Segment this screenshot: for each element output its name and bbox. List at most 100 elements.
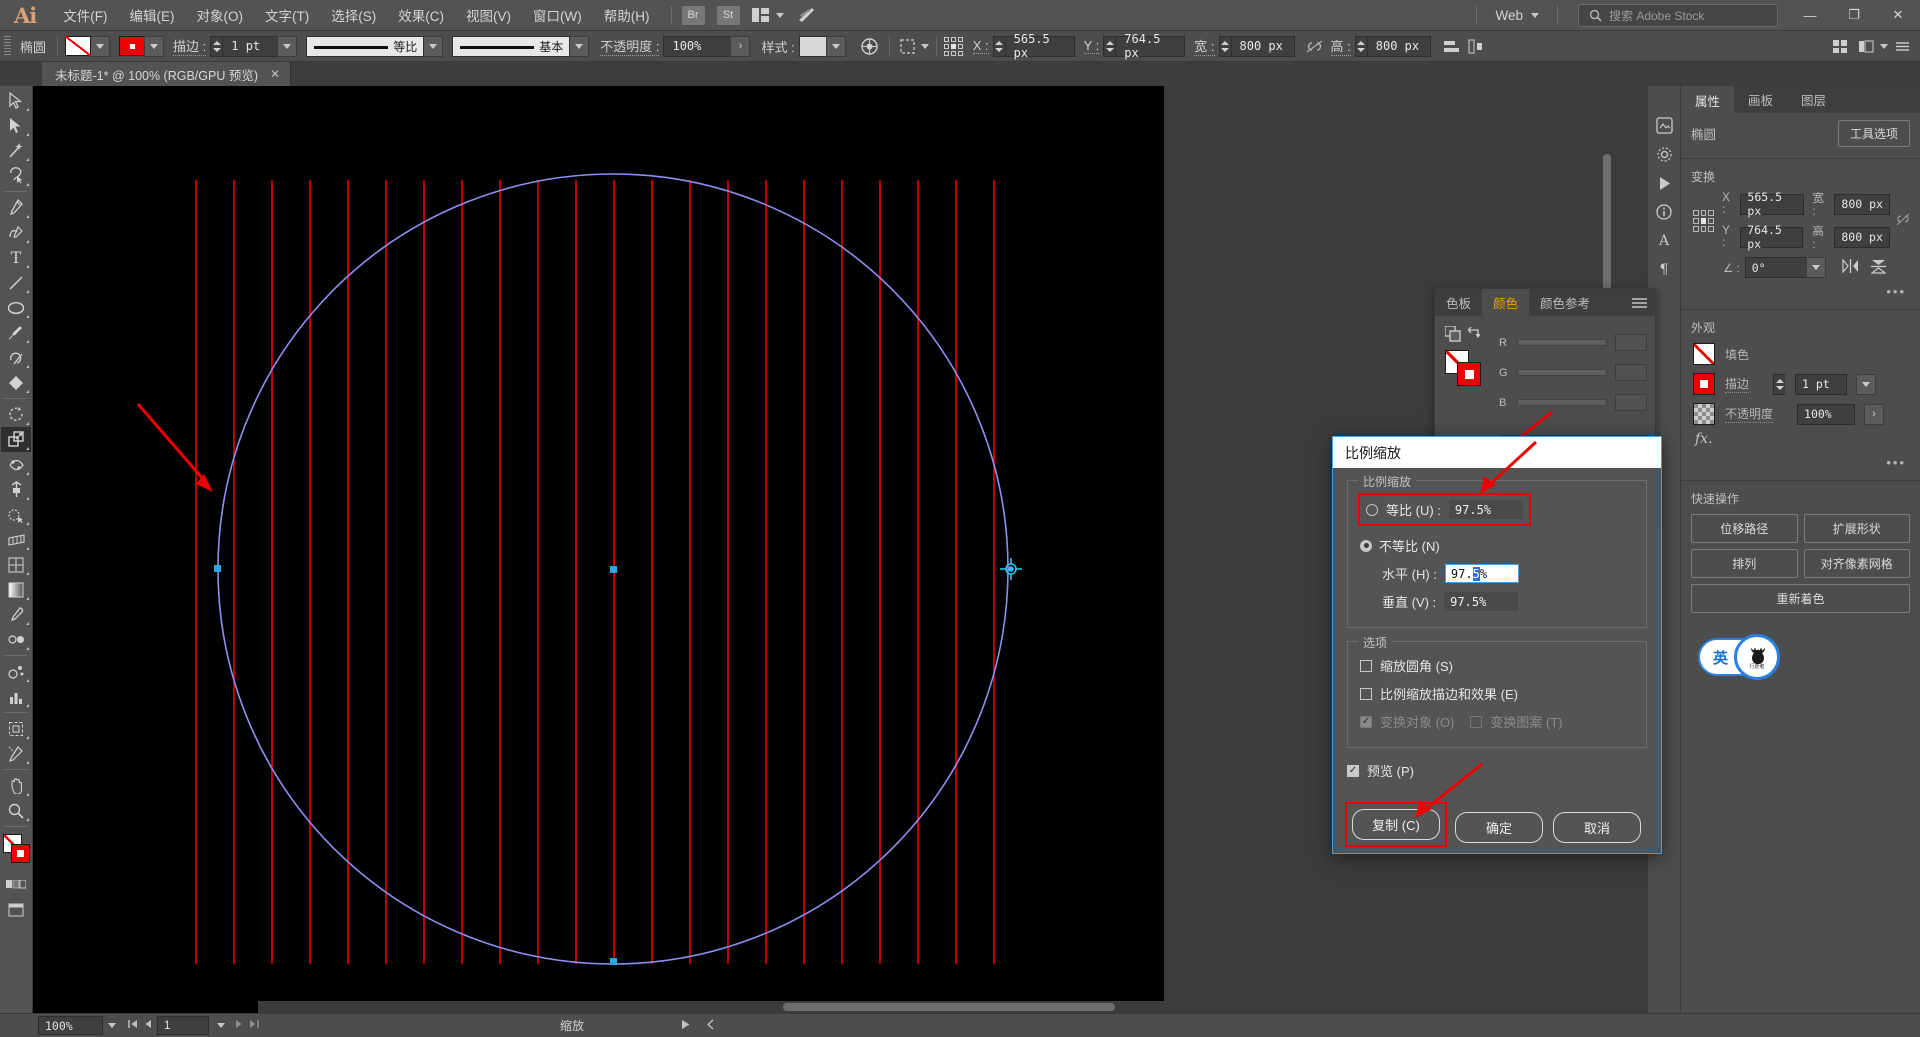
control-bar-grip[interactable] [4, 36, 11, 56]
tool-direct-selection[interactable] [1, 113, 31, 138]
fx-button[interactable]: fx. [1681, 429, 1920, 455]
stroke-weight-field[interactable]: 1 pt [1795, 374, 1847, 395]
brush-definition-dropdown[interactable] [569, 36, 589, 57]
tool-slice[interactable] [1, 741, 31, 766]
tool-hand[interactable] [1, 773, 31, 798]
width-stepper[interactable] [1219, 36, 1231, 57]
tab-artboards[interactable]: 画板 [1734, 86, 1787, 113]
select-similar-icon[interactable] [897, 35, 921, 57]
first-artboard-button[interactable] [127, 1018, 139, 1033]
tool-eyedropper[interactable] [1, 602, 31, 627]
y-field[interactable]: 764.5 px [1740, 227, 1803, 248]
swap-colors-icon[interactable] [1467, 327, 1482, 344]
stroke-weight-field[interactable]: 1 pt [222, 36, 278, 57]
tool-options-button[interactable]: 工具选项 [1838, 120, 1910, 147]
x-field[interactable]: 565.5 px [1005, 36, 1075, 57]
tool-magic-wand[interactable] [1, 138, 31, 163]
stroke-weight-dropdown[interactable] [277, 36, 297, 57]
tool-type[interactable]: T [1, 245, 31, 270]
tool-pen[interactable] [1, 195, 31, 220]
tool-lasso[interactable] [1, 163, 31, 188]
opacity-label[interactable]: 不透明度 [1725, 405, 1773, 423]
chevron-down-icon[interactable] [1880, 44, 1888, 49]
stroke-color-swatch[interactable] [11, 844, 30, 863]
channel-value-r[interactable] [1615, 334, 1647, 351]
menu-effect[interactable]: 效果(C) [387, 0, 455, 31]
channel-slider-b[interactable] [1517, 399, 1607, 406]
tool-column-graph[interactable] [1, 684, 31, 709]
tool-perspective-grid[interactable] [1, 527, 31, 552]
channel-slider-g[interactable] [1517, 369, 1607, 376]
status-collapse-icon[interactable] [705, 1018, 716, 1033]
recolor-artwork-icon[interactable] [858, 35, 882, 57]
info-icon[interactable] [1650, 199, 1678, 225]
tool-symbol-sprayer[interactable] [1, 659, 31, 684]
brush-definition-field[interactable]: 基本 [452, 36, 570, 57]
x-field[interactable]: 565.5 px [1740, 194, 1803, 215]
search-input[interactable]: 搜索 Adobe Stock [1578, 4, 1778, 27]
opacity-swatch[interactable] [1693, 403, 1715, 425]
channel-value-b[interactable] [1615, 394, 1647, 411]
cancel-button[interactable]: 取消 [1553, 812, 1641, 843]
stroke-swatch[interactable] [1693, 373, 1715, 395]
stroke-weight-label[interactable]: 描边 : [173, 36, 206, 56]
stroke-profile-dropdown[interactable] [423, 36, 443, 57]
transform-more-options[interactable]: ••• [1681, 284, 1920, 305]
artboard-number-dropdown[interactable] [212, 1016, 230, 1035]
arrange-documents-layout-icon[interactable] [1828, 35, 1852, 57]
tool-paintbrush[interactable] [1, 320, 31, 345]
width-field[interactable]: 800 px [1834, 194, 1890, 215]
tool-shape-builder[interactable] [1, 502, 31, 527]
tab-swatches[interactable]: 色板 [1435, 289, 1482, 316]
panel-menu-icon[interactable] [1624, 289, 1655, 316]
fill-swatch[interactable] [65, 36, 91, 56]
stroke-swatch[interactable] [119, 36, 145, 56]
tool-selection[interactable] [1, 88, 31, 113]
fill-stroke-toggle-icon[interactable] [1445, 326, 1461, 345]
angle-dropdown[interactable] [1806, 257, 1826, 278]
menu-edit[interactable]: 编辑(E) [119, 0, 186, 31]
quick-action-arrange[interactable]: 排列 [1691, 549, 1798, 578]
angle-field[interactable]: 0° [1745, 257, 1807, 278]
fill-dropdown[interactable] [90, 36, 110, 57]
scale-dialog[interactable]: 比例缩放 比例缩放 等比 (U) : 97.5% 不等比 (N) 水平 (H) … [1332, 436, 1662, 854]
zoom-level-field[interactable]: 100% [38, 1016, 103, 1035]
reference-point-selector[interactable] [944, 37, 963, 56]
tool-ellipse[interactable] [1, 295, 31, 320]
quick-action-align-pixel-grid[interactable]: 对齐像素网格 [1804, 549, 1911, 578]
opacity-field[interactable]: 100% [663, 36, 731, 57]
settings-gear-icon[interactable] [1650, 141, 1678, 167]
tool-mesh[interactable] [1, 552, 31, 577]
flip-vertical-icon[interactable] [1871, 259, 1886, 277]
zoom-level-dropdown[interactable] [103, 1016, 121, 1035]
tool-blend[interactable] [1, 627, 31, 652]
flip-horizontal-icon[interactable] [1842, 259, 1859, 276]
opacity-field[interactable]: 100% [1797, 404, 1855, 425]
vertical-value-field[interactable]: 97.5% [1444, 592, 1518, 611]
paragraph-panel-icon[interactable]: ¶ [1650, 257, 1678, 283]
fill-stroke-indicator[interactable] [1, 834, 31, 872]
tool-curvature[interactable] [1, 220, 31, 245]
quick-action-recolor[interactable]: 重新着色 [1691, 584, 1910, 613]
status-play-icon[interactable] [680, 1018, 691, 1033]
arrange-documents-button[interactable] [752, 8, 784, 22]
preview-row[interactable]: 预览 (P) [1347, 761, 1647, 780]
graphic-style-swatch[interactable] [799, 36, 827, 57]
preview-checkbox[interactable] [1347, 765, 1359, 777]
maximize-button[interactable]: ❐ [1832, 0, 1876, 31]
artboard-number-field[interactable]: 1 [157, 1016, 209, 1035]
menu-help[interactable]: 帮助(H) [593, 0, 661, 31]
last-artboard-button[interactable] [248, 1018, 260, 1033]
tool-free-transform[interactable] [1, 477, 31, 502]
tool-artboard[interactable] [1, 716, 31, 741]
stock-icon[interactable]: St [717, 6, 740, 25]
width-field[interactable]: 800 px [1231, 36, 1295, 57]
tool-shaper[interactable] [1, 345, 31, 370]
uniform-radio[interactable] [1366, 504, 1378, 516]
tool-line-segment[interactable] [1, 270, 31, 295]
menu-view[interactable]: 视图(V) [455, 0, 522, 31]
menu-select[interactable]: 选择(S) [320, 0, 387, 31]
non-uniform-radio[interactable] [1360, 540, 1372, 552]
libraries-icon[interactable] [1650, 112, 1678, 138]
tool-eraser[interactable] [1, 370, 31, 395]
